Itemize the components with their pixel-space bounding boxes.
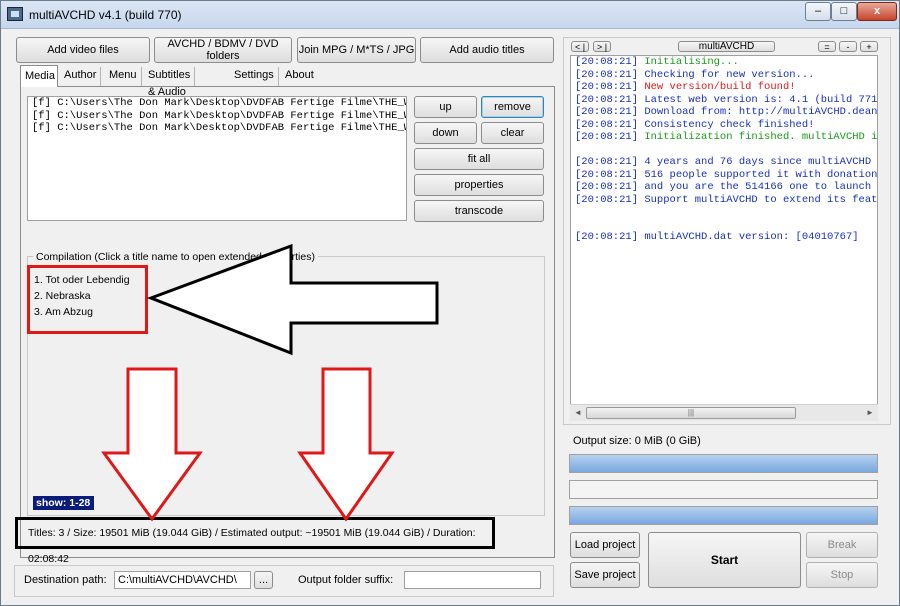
annotation-overlay bbox=[101, 243, 439, 522]
annotation-black-arrow bbox=[146, 243, 439, 356]
annotation-red-arrow-1 bbox=[101, 367, 203, 522]
main-window: multiAVCHD v4.1 (build 770) – □ x Add vi… bbox=[0, 0, 900, 606]
annotation-red-arrow-2 bbox=[297, 367, 395, 522]
